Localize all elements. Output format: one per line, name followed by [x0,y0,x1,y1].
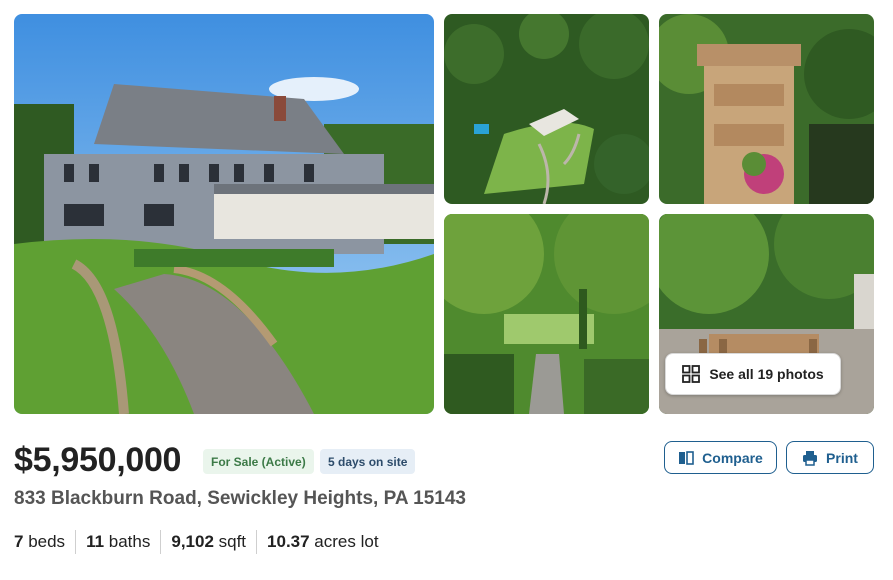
listing-address: 833 Blackburn Road, Sewickley Heights, P… [14,488,466,509]
grid-icon [682,365,701,383]
photo-aerial[interactable] [444,14,649,204]
photo-gallery: See all 19 photos [14,14,874,414]
printer-icon [803,450,818,466]
listing-price: $5,950,000 [14,441,182,479]
fact-label: sqft [213,532,247,551]
fact-beds: 7 beds [14,530,75,554]
compare-icon [679,450,694,465]
fact-value: 11 [86,532,105,551]
print-label: Print [826,449,858,466]
house-exterior-image [14,14,434,414]
print-button[interactable]: Print [786,441,874,474]
fact-label: acres lot [309,532,379,551]
fact-sqft: 9,102 sqft [160,530,256,554]
compare-label: Compare [702,449,763,466]
aerial-estate-image [444,14,649,204]
status-badge: For Sale (Active) [203,449,314,474]
photo-gate-pillar[interactable] [659,14,874,204]
key-facts: 7 beds 11 baths 9,102 sqft 10.37 acres l… [14,530,389,554]
days-on-site-badge: 5 days on site [320,449,416,474]
fact-baths: 11 baths [75,530,160,554]
photo-main-house[interactable] [14,14,434,414]
garden-allee-image [444,214,649,414]
fact-value: 9,102 [171,532,214,551]
see-all-photos-button[interactable]: See all 19 photos [665,353,841,395]
fact-label: beds [23,532,66,551]
fact-label: baths [104,532,151,551]
see-all-photos-label: See all 19 photos [709,366,824,382]
photo-garden[interactable] [444,214,649,414]
fact-lot: 10.37 acres lot [256,530,389,554]
fact-value: 10.37 [267,532,310,551]
stone-gate-pillar-image [659,14,874,204]
compare-button[interactable]: Compare [664,441,777,474]
